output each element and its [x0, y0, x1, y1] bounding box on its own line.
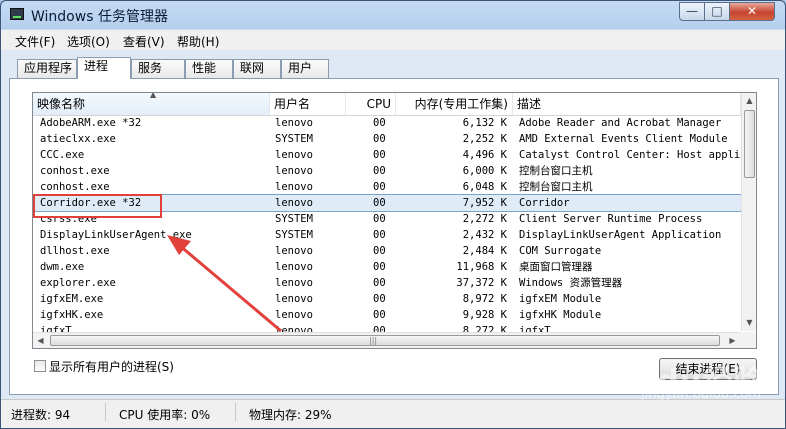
watermark-url: jingyan.baidu.com	[641, 387, 761, 402]
tab-processes[interactable]: 进程	[77, 57, 131, 79]
task-manager-window: Windows 任务管理器 — □ ✕ 文件(F) 选项(O) 查看(V) 帮助…	[0, 0, 786, 429]
